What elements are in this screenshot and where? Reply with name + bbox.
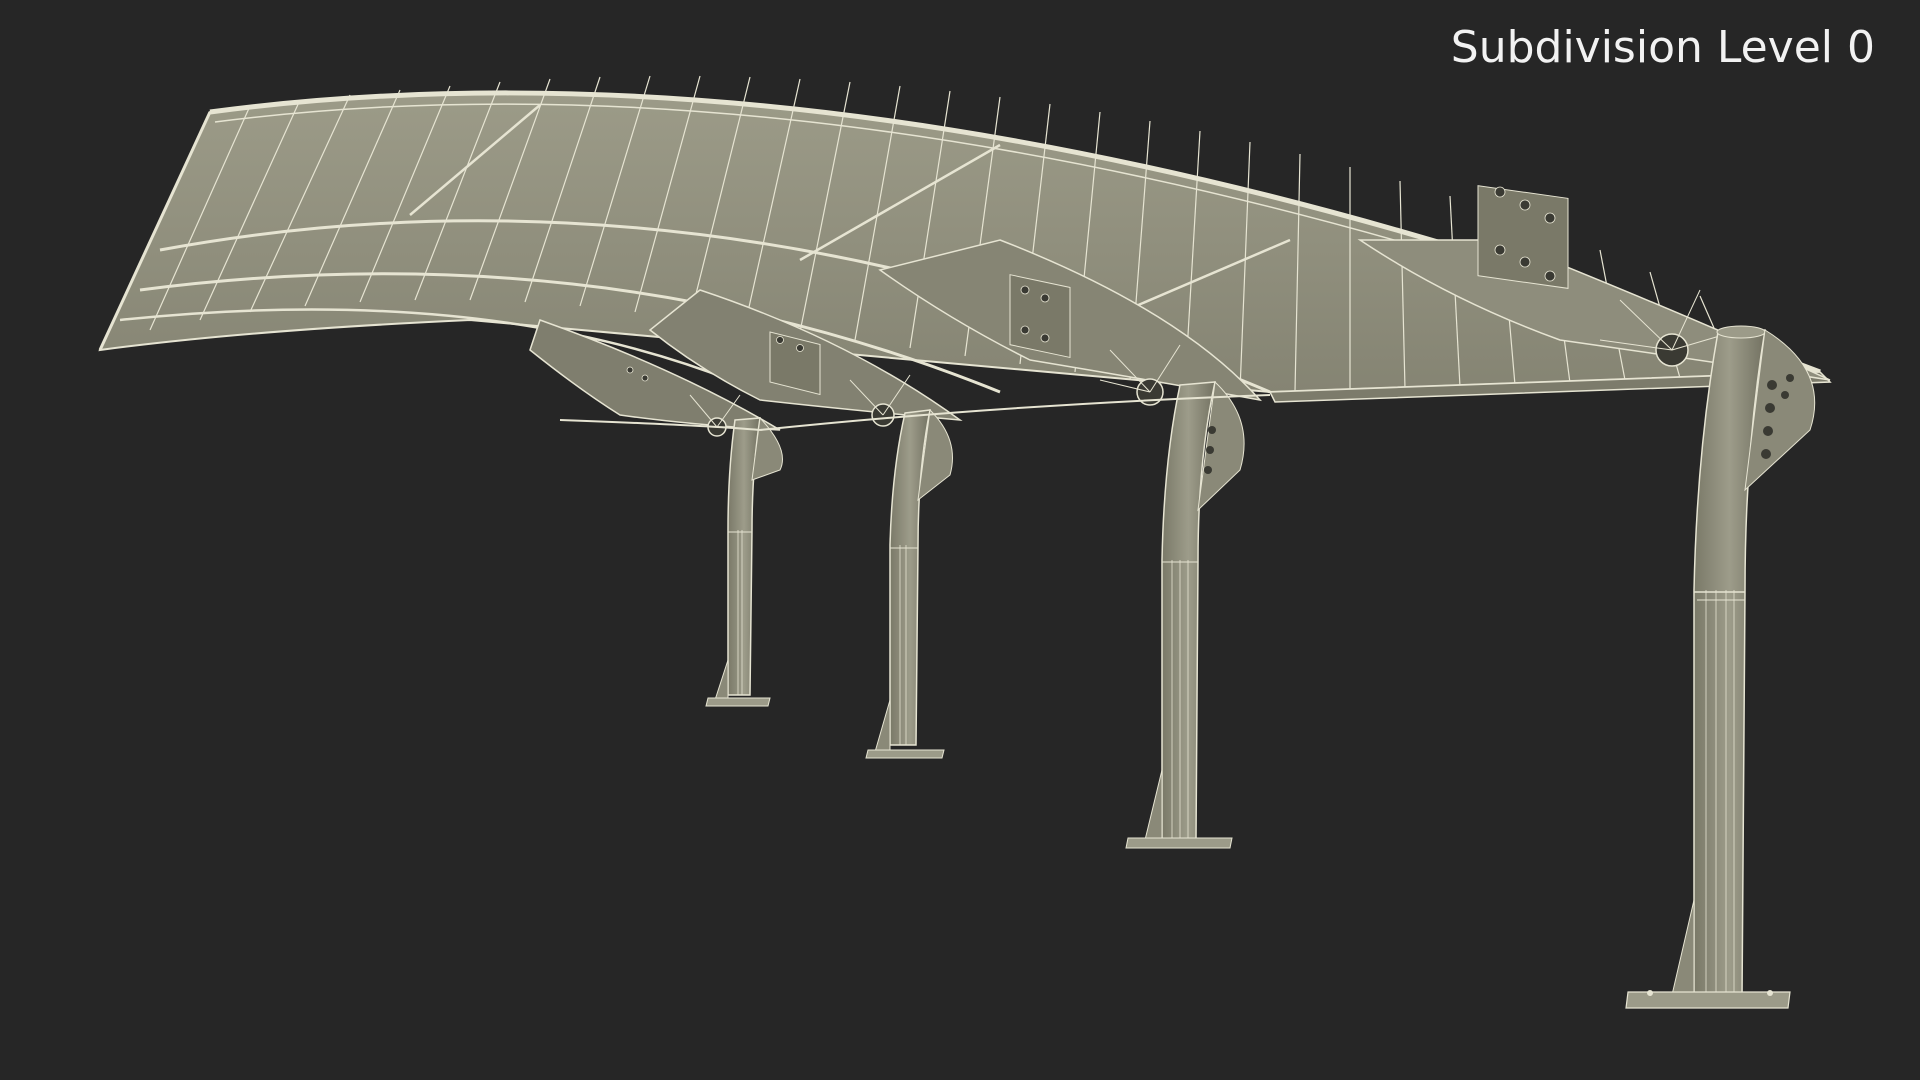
- carport-wireframe-render: [98, 75, 1832, 1009]
- post-4: [1625, 325, 1816, 1009]
- post-3: [1125, 380, 1245, 849]
- subdivision-level-label: Subdivision Level 0: [1450, 22, 1875, 73]
- post-1: [705, 416, 783, 707]
- roof-panel: [98, 75, 1832, 403]
- support-posts: [705, 325, 1816, 1009]
- post-2: [865, 408, 953, 759]
- viewport: Subdivision Level 0: [0, 0, 1920, 1080]
